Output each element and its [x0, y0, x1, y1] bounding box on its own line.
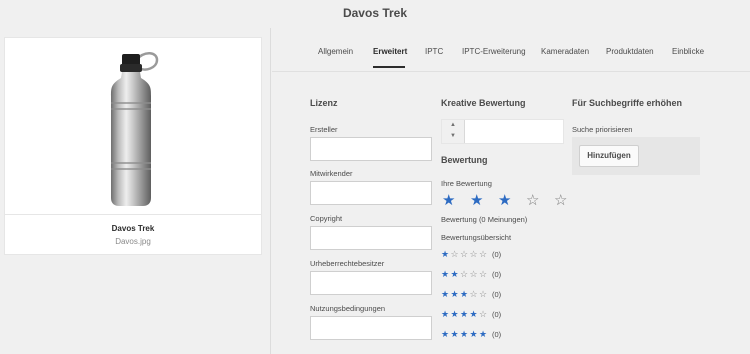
asset-card[interactable]: Davos Trek Davos.jpg [4, 37, 262, 255]
asset-thumbnail [5, 38, 261, 215]
star-icon[interactable]: ★ [442, 193, 455, 208]
star-icon[interactable]: ☆ [526, 193, 539, 208]
star-icon: ★ [460, 309, 469, 319]
chevron-up-icon[interactable]: ▲ [442, 120, 464, 131]
rating-count: (0) [492, 270, 502, 279]
star-icon: ★ [450, 269, 459, 279]
prioritize-search-label: Suche priorisieren [572, 125, 633, 134]
copyright-owner-label: Urheberrechtebesitzer [310, 259, 385, 268]
star-icon: ☆ [460, 249, 469, 259]
rating-count: (0) [492, 290, 502, 299]
star-icon: ☆ [469, 269, 478, 279]
star-icon: ☆ [460, 269, 469, 279]
star-icon: ★ [441, 329, 450, 339]
tab-produktdaten[interactable]: Produktdaten [606, 47, 654, 56]
star-icon: ☆ [479, 269, 488, 279]
creator-label: Ersteller [310, 125, 338, 134]
asset-preview-panel: Davos Trek Davos.jpg [0, 28, 271, 354]
chevron-down-icon[interactable]: ▼ [442, 131, 464, 142]
tab-kameradaten[interactable]: Kameradaten [541, 47, 589, 56]
star-icon: ☆ [479, 309, 488, 319]
star-icon: ★ [441, 309, 450, 319]
rating-count: (0) [492, 310, 502, 319]
copyright-label: Copyright [310, 214, 343, 223]
page-title: Davos Trek [342, 6, 408, 20]
star-icon: ☆ [469, 249, 478, 259]
usage-terms-field[interactable] [310, 316, 432, 340]
asset-filename: Davos.jpg [115, 237, 151, 246]
star-icon: ★ [441, 269, 450, 279]
search-boost-box: Hinzufügen [572, 137, 700, 175]
tab-iptc[interactable]: IPTC [425, 47, 443, 56]
star-icon: ★ [469, 309, 478, 319]
rating-count: (0) [492, 330, 502, 339]
search-boost-title: Für Suchbegriffe erhöhen [572, 98, 683, 108]
rating-section-title: Bewertung [441, 155, 488, 165]
star-icon: ★ [441, 249, 450, 259]
add-button[interactable]: Hinzufügen [579, 145, 639, 167]
copyright-field[interactable] [310, 226, 432, 250]
tab-allgemein[interactable]: Allgemein [318, 47, 353, 56]
star-icon: ★ [450, 289, 459, 299]
contributor-field[interactable] [310, 181, 432, 205]
title-bar: Davos Trek [0, 0, 750, 28]
creator-field[interactable] [310, 137, 432, 161]
star-icon: ★ [460, 289, 469, 299]
rating-count: (0) [492, 250, 502, 259]
copyright-owner-field[interactable] [310, 271, 432, 295]
star-icon: ★ [469, 329, 478, 339]
tab-erweitert[interactable]: Erweitert [373, 47, 407, 56]
tab-divider [272, 71, 750, 72]
star-icon[interactable]: ☆ [554, 193, 567, 208]
usage-terms-label: Nutzungsbedingungen [310, 304, 386, 313]
star-icon: ★ [460, 329, 469, 339]
tab-iptc-erweiterung[interactable]: IPTC-Erweiterung [462, 47, 526, 56]
star-icon: ★ [450, 309, 459, 319]
star-icon: ☆ [469, 289, 478, 299]
creative-rating-stepper[interactable]: ▲ ▼ [441, 119, 564, 144]
tab-einblicke[interactable]: Einblicke [672, 47, 704, 56]
star-icon[interactable]: ★ [470, 193, 483, 208]
water-bottle-image [111, 52, 159, 206]
rating-overview-label: Bewertungsübersicht [441, 233, 512, 242]
star-icon: ☆ [450, 249, 459, 259]
contributor-label: Mitwirkender [310, 169, 353, 178]
properties-panel: Allgemein Erweitert IPTC IPTC-Erweiterun… [272, 28, 750, 354]
your-rating-label: Ihre Bewertung [441, 179, 492, 188]
star-icon: ★ [479, 329, 488, 339]
active-tab-indicator [373, 66, 405, 68]
tab-bar: Allgemein Erweitert IPTC IPTC-Erweiterun… [272, 40, 750, 68]
rating-summary: Bewertung (0 Meinungen) [441, 215, 528, 224]
star-icon: ☆ [479, 289, 488, 299]
star-icon: ☆ [479, 249, 488, 259]
stepper-buttons: ▲ ▼ [442, 120, 465, 143]
asset-name: Davos Trek [111, 224, 155, 233]
star-icon[interactable]: ★ [498, 193, 511, 208]
star-icon: ★ [450, 329, 459, 339]
license-section-title: Lizenz [310, 98, 338, 108]
star-icon: ★ [441, 289, 450, 299]
creative-rating-title: Kreative Bewertung [441, 98, 526, 108]
